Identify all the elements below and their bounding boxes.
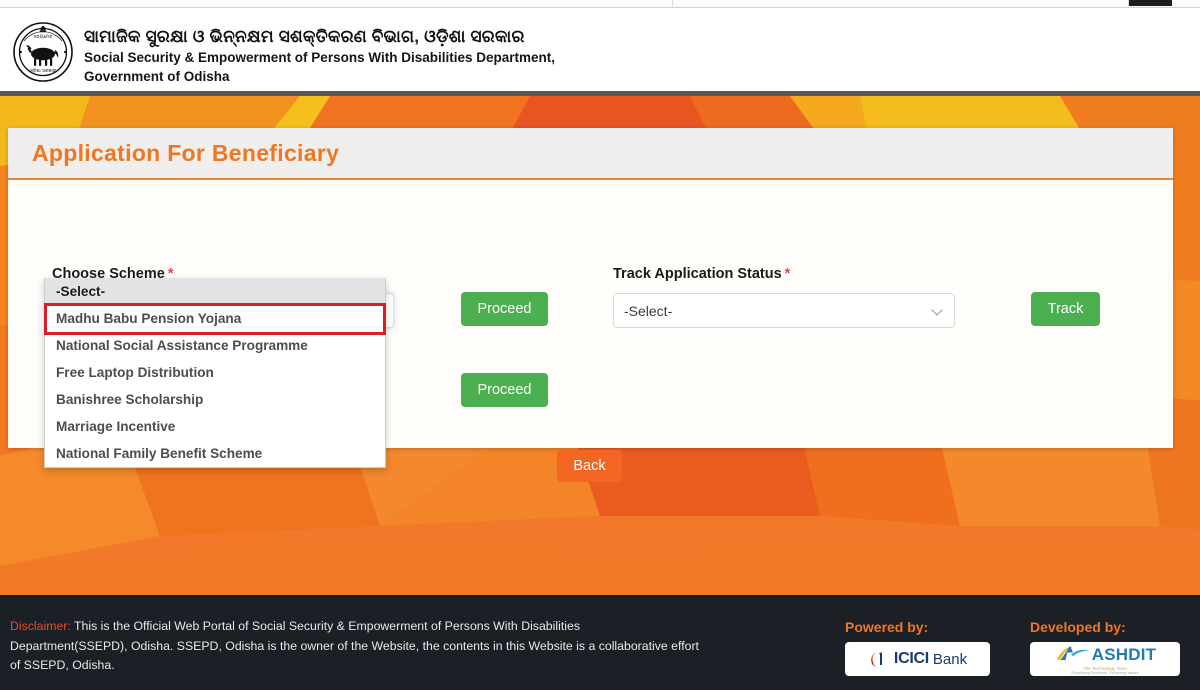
dropdown-option-0[interactable]: -Select- bbox=[45, 278, 385, 305]
header-english-line-1: Social Security & Empowerment of Persons… bbox=[84, 50, 555, 65]
site-footer: Disclaimer: This is the Official Web Por… bbox=[0, 595, 1200, 690]
powered-by-block: Powered by: ICICI Bank bbox=[845, 619, 990, 676]
disclaimer-text: Disclaimer: This is the Official Web Por… bbox=[10, 617, 700, 676]
track-status-label: Track Application Status * bbox=[613, 266, 790, 282]
odisha-state-emblem-icon: ସତ୍ୟମେବ ଓଡ଼ିଶା ସରକାର bbox=[12, 21, 74, 83]
ashdit-tagline-secondary: Simplifying Solutions, Delivering Values bbox=[1071, 670, 1139, 675]
header-english-line-2: Government of Odisha bbox=[84, 69, 230, 84]
scheme-dropdown-list[interactable]: -Select- Madhu Babu Pension Yojana Natio… bbox=[44, 278, 386, 468]
proceed-button[interactable]: Proceed bbox=[461, 292, 548, 326]
track-status-select[interactable]: -Select- bbox=[613, 293, 955, 328]
dropdown-option-2[interactable]: National Social Assistance Programme bbox=[45, 332, 385, 359]
dropdown-option-4[interactable]: Banishree Scholarship bbox=[45, 386, 385, 413]
developed-by-block: Developed by: ASHDIT The Technology Guru… bbox=[1030, 619, 1180, 676]
page-root: ସତ୍ୟମେବ ଓଡ଼ିଶା ସରକାର ସାମାଜିକ ସୁରକ୍ଷା ଓ ଭ… bbox=[0, 0, 1200, 690]
ashdit-swoosh-icon bbox=[1054, 643, 1092, 666]
icici-bank-logo: ICICI Bank bbox=[845, 642, 990, 676]
ashdit-wordmark: ASHDIT bbox=[1091, 644, 1157, 664]
browser-dark-segment bbox=[1128, 0, 1172, 6]
ashdit-logo: ASHDIT The Technology Guru Simplifying S… bbox=[1030, 642, 1180, 676]
browser-top-strip bbox=[0, 0, 1200, 8]
card-header: Application For Beneficiary bbox=[8, 128, 1173, 180]
dropdown-option-6[interactable]: National Family Benefit Scheme bbox=[45, 440, 385, 467]
site-header: ସତ୍ୟମେବ ଓଡ଼ିଶା ସରକାର ସାମାଜିକ ସୁରକ୍ଷା ଓ ଭ… bbox=[0, 8, 1200, 91]
track-status-label-text: Track Application Status bbox=[613, 266, 782, 282]
icici-bank-word: Bank bbox=[932, 650, 968, 668]
dropdown-option-3[interactable]: Free Laptop Distribution bbox=[45, 359, 385, 386]
disclaimer-body: This is the Official Web Portal of Socia… bbox=[10, 619, 699, 672]
track-status-selected-value: -Select- bbox=[624, 302, 673, 319]
chevron-down-icon bbox=[933, 305, 944, 316]
dropdown-option-5[interactable]: Marriage Incentive bbox=[45, 413, 385, 440]
strip-divider bbox=[672, 0, 673, 8]
proceed-secondary-button[interactable]: Proceed bbox=[461, 373, 548, 407]
header-text-block: ସାମାଜିକ ସୁରକ୍ଷା ଓ ଭିନ୍ନକ୍ଷମ ସଶକ୍ତିକରଣ ବି… bbox=[84, 26, 555, 85]
icici-swirl-icon bbox=[868, 648, 890, 670]
dropdown-option-1[interactable]: Madhu Babu Pension Yojana bbox=[45, 305, 385, 332]
icici-wordmark: ICICI bbox=[893, 650, 929, 667]
page-title: Application For Beneficiary bbox=[32, 139, 340, 166]
track-status-required-mark: * bbox=[784, 266, 791, 282]
back-button[interactable]: Back bbox=[557, 450, 622, 482]
developed-by-title: Developed by: bbox=[1030, 619, 1126, 635]
strip-divider bbox=[1128, 0, 1129, 8]
track-button[interactable]: Track bbox=[1031, 292, 1100, 326]
powered-by-title: Powered by: bbox=[845, 619, 929, 635]
header-odia-title: ସାମାଜିକ ସୁରକ୍ଷା ଓ ଭିନ୍ନକ୍ଷମ ସଶକ୍ତିକରଣ ବି… bbox=[84, 27, 525, 46]
disclaimer-label: Disclaimer: bbox=[10, 619, 71, 633]
